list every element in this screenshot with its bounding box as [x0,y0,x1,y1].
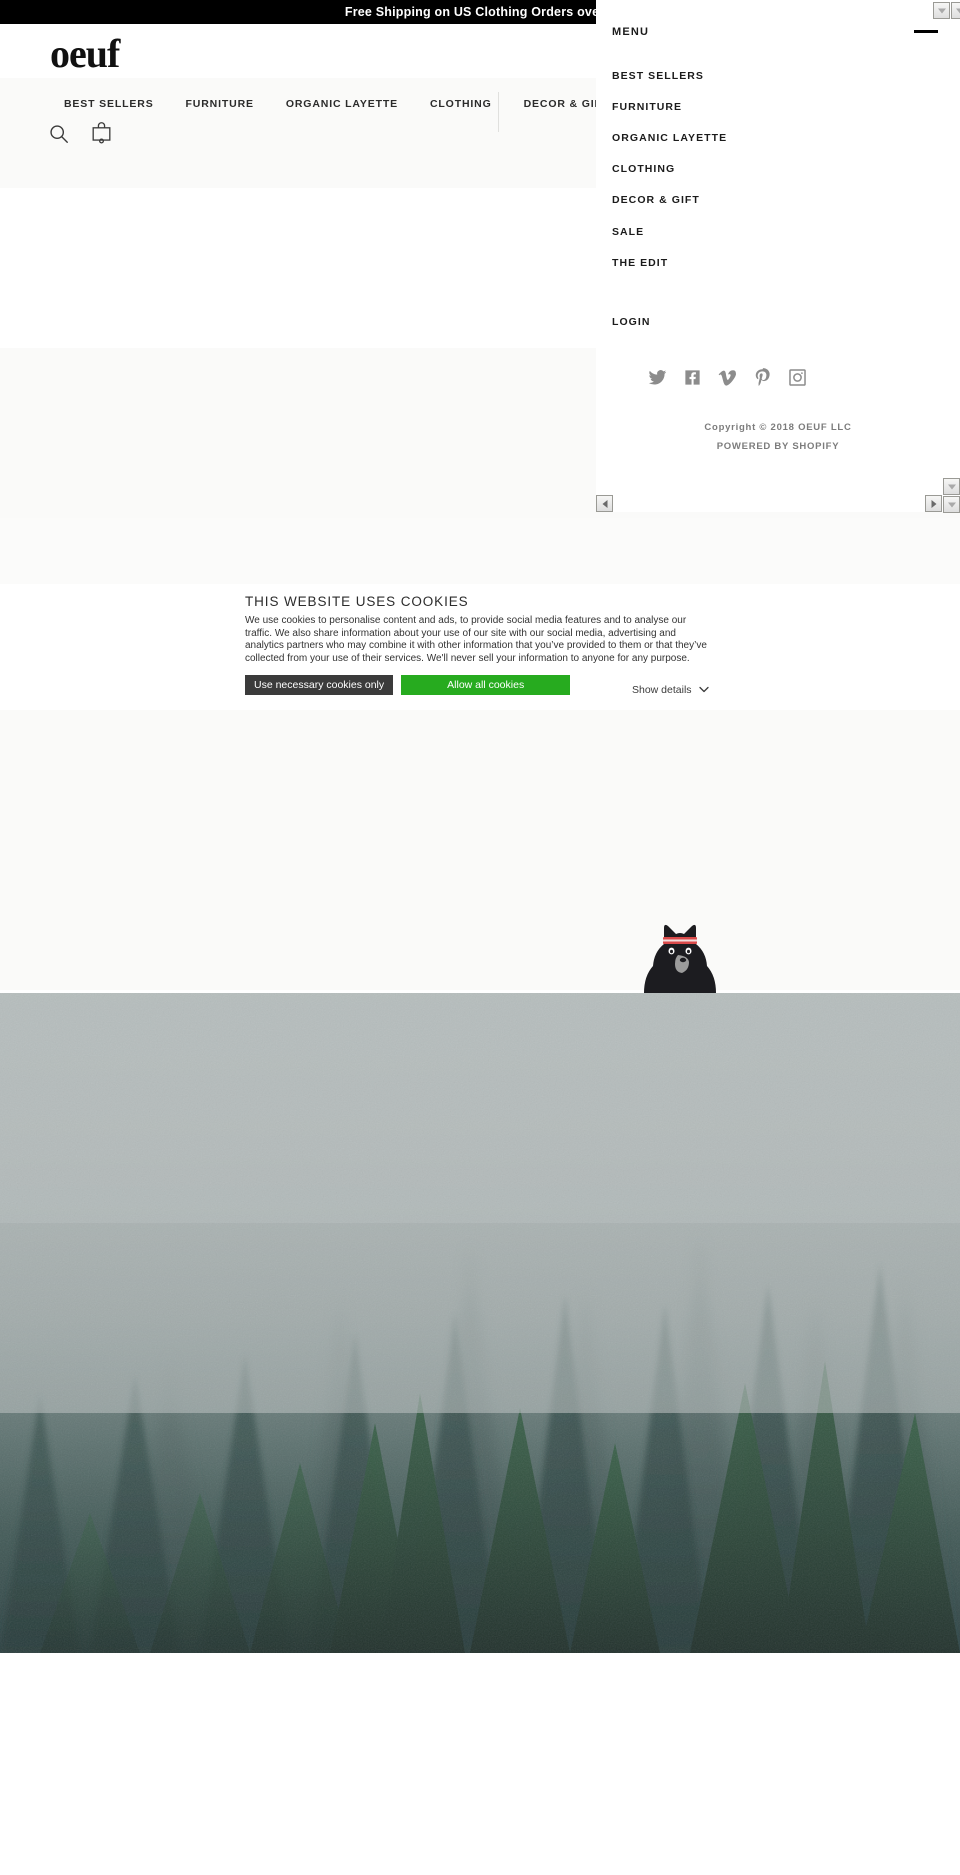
menu-item-furniture[interactable]: FURNITURE [612,91,932,122]
search-icon[interactable] [48,123,69,144]
scroll-arrow-down-upper[interactable] [943,478,960,495]
scroll-arrow-right[interactable] [925,495,942,512]
page-root: Free Shipping on US Clothing Orders over… [0,0,960,1875]
scroll-arrow-top-right-1[interactable] [933,2,950,19]
powered-by-text[interactable]: POWERED BY SHOPIFY [596,437,960,456]
scroll-arrow-down-lower[interactable] [943,496,960,513]
nav-divider [498,92,499,132]
nav-item-organic-layette[interactable]: ORGANIC LAYETTE [270,98,414,110]
content-band-fourth [0,708,960,990]
menu-panel-heading: MENU [612,26,650,38]
header-icon-group [48,122,112,145]
menu-panel-links: BEST SELLERS FURNITURE ORGANIC LAYETTE C… [612,60,932,338]
close-dash-icon[interactable] [914,24,938,38]
facebook-icon[interactable] [683,368,702,387]
forest-hero-image [0,993,960,1653]
twitter-icon[interactable] [648,368,667,387]
menu-item-organic-layette[interactable]: ORGANIC LAYETTE [612,122,932,153]
menu-item-the-edit[interactable]: THE EDIT [612,247,932,278]
scroll-arrow-top-right-2[interactable] [951,2,960,19]
menu-item-best-sellers[interactable]: BEST SELLERS [612,60,932,91]
promo-banner-text: Free Shipping on US Clothing Orders over… [344,5,616,19]
nav-item-clothing[interactable]: CLOTHING [414,98,508,110]
site-logo[interactable]: oeuf [50,34,120,74]
allow-all-cookies-button[interactable]: Allow all cookies [401,675,571,696]
show-details-toggle[interactable]: Show details [632,684,709,696]
menu-item-decor-gift[interactable]: DECOR & GIFT [612,185,932,216]
instagram-icon[interactable] [788,368,807,387]
vimeo-icon[interactable] [718,368,737,387]
cookie-banner-title: THIS WEBSITE USES COOKIES [245,594,469,609]
cookie-consent-banner: THIS WEBSITE USES COOKIES We use cookies… [0,584,960,710]
use-necessary-cookies-button[interactable]: Use necessary cookies only [245,675,394,696]
foggy-pine-forest-photo [0,993,960,1653]
cookie-banner-body: We use cookies to personalise content an… [245,615,707,664]
cookie-banner-content: THIS WEBSITE USES COOKIES We use cookies… [245,594,715,696]
show-details-label: Show details [632,684,692,696]
shopping-bag-icon[interactable] [91,122,112,145]
menu-item-clothing[interactable]: CLOTHING [612,154,932,185]
menu-item-login[interactable]: LOGIN [612,306,932,337]
bear-illustration [630,908,722,993]
pinterest-icon[interactable] [753,368,772,387]
menu-item-sale[interactable]: SALE [612,216,932,247]
content-band-bottom [0,1653,960,1875]
nav-item-furniture[interactable]: FURNITURE [170,98,270,110]
nav-item-best-sellers[interactable]: BEST SELLERS [48,98,170,110]
social-links [648,368,807,387]
scroll-arrow-left[interactable] [596,495,613,512]
menu-panel-footer: Copyright © 2018 OEUF LLC POWERED BY SHO… [596,418,960,456]
chevron-down-icon [698,684,709,696]
copyright-text: Copyright © 2018 OEUF LLC [704,422,852,433]
